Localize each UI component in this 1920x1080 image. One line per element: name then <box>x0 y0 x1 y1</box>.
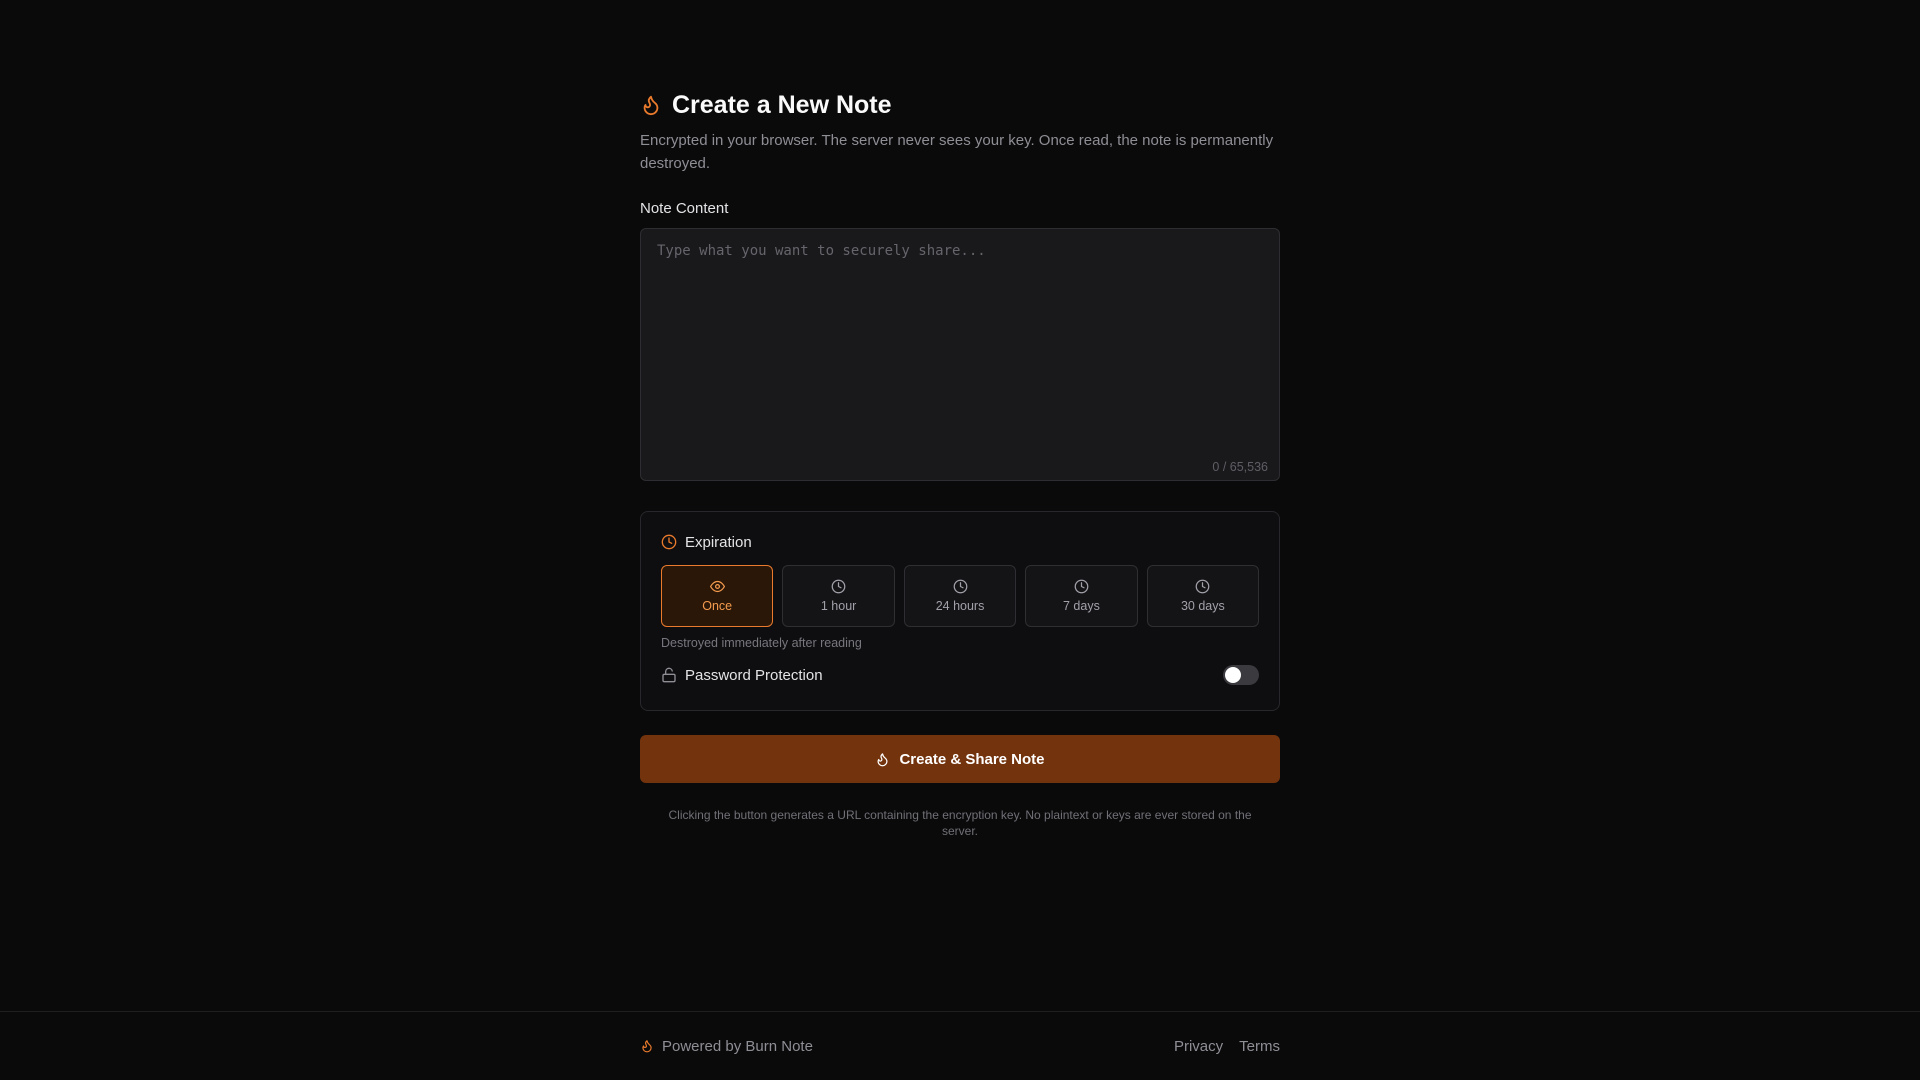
expiration-option-1-hour[interactable]: 1 hour <box>782 565 895 627</box>
page-subtitle: Encrypted in your browser. The server ne… <box>640 132 1274 172</box>
expiration-hint: Destroyed immediately after reading <box>661 636 862 650</box>
expiration-option-24-hours[interactable]: 24 hours <box>903 565 1017 627</box>
create-share-note-button[interactable]: Create & Share Note <box>640 735 1280 783</box>
password-protection-toggle[interactable] <box>1223 665 1259 685</box>
clock-icon <box>1074 579 1089 594</box>
header: Create a New Note <box>640 90 1280 120</box>
char-count: 0 / 65,536 <box>1212 460 1268 474</box>
expiration-option-30-days[interactable]: 30 days <box>1146 565 1260 627</box>
clock-icon <box>953 579 968 594</box>
password-protection-label-group: Password Protection <box>661 667 823 684</box>
clock-icon <box>661 534 677 550</box>
expiration-option-label: 7 days <box>1063 599 1100 613</box>
toggle-knob <box>1225 667 1241 683</box>
privacy-link[interactable]: Privacy <box>1174 1038 1223 1055</box>
create-note-form: Create a New Note Encrypted in your brow… <box>640 90 1280 839</box>
terms-link[interactable]: Terms <box>1239 1038 1280 1055</box>
expiration-option-label: 1 hour <box>820 599 857 613</box>
expiration-label: Expiration <box>685 533 752 551</box>
clock-icon <box>831 579 846 594</box>
flame-icon <box>875 752 890 767</box>
note-content-box: 0 / 65,536 <box>640 228 1280 481</box>
page-title: Create a New Note <box>672 90 892 119</box>
powered-by: Powered by Burn Note <box>640 1038 813 1055</box>
expiration-header: Expiration <box>661 532 1259 552</box>
note-content-label: Note Content <box>640 200 729 217</box>
flame-icon <box>640 1039 654 1053</box>
footer-links: Privacy Terms <box>1174 1038 1280 1055</box>
fine-print: Clicking the button generates a URL cont… <box>668 808 1252 838</box>
expiration-option-once[interactable]: Once <box>661 565 774 627</box>
note-content-input[interactable] <box>641 229 1279 480</box>
expiration-options: Once 1 hour 24 hours 7 days 30 days <box>661 565 1260 627</box>
footer: Powered by Burn Note Privacy Terms <box>0 1011 1920 1080</box>
expiration-option-label: 24 hours <box>935 599 985 613</box>
options-card: Expiration Once 1 hour 24 hours 7 days 3… <box>640 511 1280 711</box>
expiration-option-7-days[interactable]: 7 days <box>1025 565 1138 627</box>
expiration-option-label: Once <box>702 599 733 613</box>
password-protection-row: Password Protection <box>661 664 1259 686</box>
clock-icon <box>1195 579 1210 594</box>
footer-inner: Powered by Burn Note Privacy Terms <box>640 1012 1280 1080</box>
expiration-option-label: 30 days <box>1180 599 1225 613</box>
page: Create a New Note Encrypted in your brow… <box>0 0 1920 1080</box>
eye-icon <box>709 579 725 594</box>
flame-icon <box>640 94 662 116</box>
powered-by-text: Powered by Burn Note <box>662 1037 813 1055</box>
lock-icon <box>661 667 677 683</box>
password-protection-label: Password Protection <box>685 666 823 684</box>
create-share-note-label: Create & Share Note <box>899 750 1045 768</box>
